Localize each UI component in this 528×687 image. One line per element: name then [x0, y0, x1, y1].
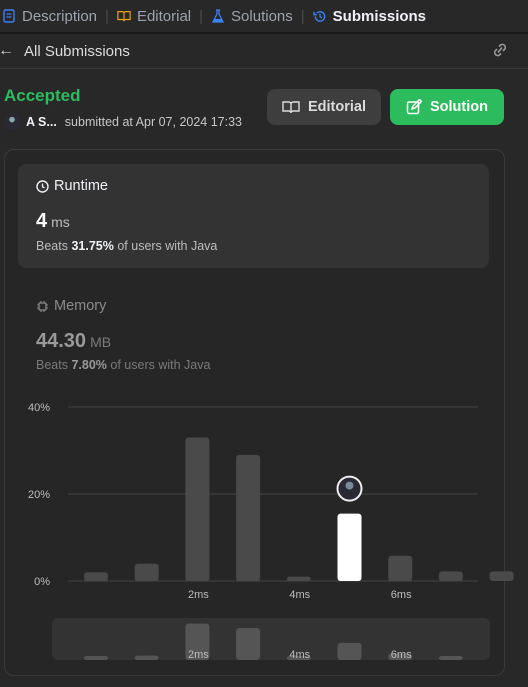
runtime-beats-suffix: of users with Java	[117, 239, 218, 253]
tab-divider: |	[300, 7, 305, 25]
memory-beats-prefix: Beats	[36, 358, 68, 372]
tab-editorial[interactable]: Editorial	[117, 8, 191, 25]
tab-editorial-label: Editorial	[136, 7, 192, 25]
runtime-label: Runtime	[54, 178, 108, 194]
avatar-figure	[345, 481, 354, 490]
memory-title[interactable]: Memory	[36, 298, 106, 314]
chip-icon	[37, 300, 48, 312]
editorial-button-label: Editorial	[307, 99, 366, 115]
bar[interactable]	[84, 572, 108, 581]
y-tick-label: 40%	[28, 402, 50, 414]
highlighted-bar[interactable]	[337, 513, 362, 581]
overview-bar	[337, 642, 362, 660]
submitted-time: submitted at Apr 07, 2024 17:33	[64, 115, 243, 129]
tab-solutions-label: Solutions	[231, 7, 293, 25]
overview-x-label: 6ms	[391, 649, 412, 660]
book-icon	[117, 9, 131, 23]
x-tick-label: 2ms	[188, 589, 209, 601]
overview-bar	[84, 656, 108, 660]
overview-x-label: 2ms	[188, 649, 209, 660]
submission-meta: A S... submitted at Apr 07, 2024 17:33	[4, 114, 242, 130]
x-tick-label: 4ms	[289, 589, 310, 601]
username[interactable]: A S...	[26, 115, 57, 129]
runtime-beats-percent: 31.75%	[71, 239, 114, 253]
bar[interactable]	[286, 576, 311, 581]
overview-bar	[236, 628, 261, 660]
bar[interactable]	[388, 555, 413, 581]
description-icon	[2, 9, 16, 23]
memory-beats-suffix: of users with Java	[110, 358, 211, 372]
memory-beats: Beats 7.80% of users with Java	[36, 358, 210, 372]
edit-icon	[406, 99, 422, 115]
bar[interactable]	[134, 563, 159, 581]
solution-button[interactable]: Solution	[390, 89, 504, 125]
submissions-subheader: ← All Submissions	[0, 34, 528, 69]
flask-icon	[211, 9, 225, 23]
avatar[interactable]	[4, 114, 20, 130]
solution-button-label: Solution	[430, 99, 488, 115]
history-icon	[312, 9, 327, 23]
tab-divider: |	[199, 7, 204, 25]
overview-bar	[438, 656, 463, 660]
overview-bar	[134, 655, 159, 660]
bar[interactable]	[236, 454, 261, 581]
runtime-unit: ms	[51, 214, 70, 230]
runtime-distribution-chart[interactable]: 40% 20% 0% 2ms 4ms 6ms	[0, 390, 528, 610]
overview-x-label: 4ms	[289, 649, 310, 660]
y-tick-label: 0%	[34, 576, 50, 588]
runtime-title: Runtime	[36, 178, 108, 194]
bar[interactable]	[489, 571, 514, 581]
tab-bar: Description | Editorial | Solutions | Su…	[0, 0, 528, 32]
submission-status: Accepted	[4, 86, 81, 105]
tab-description-label: Description	[22, 7, 98, 25]
runtime-value: 4 ms	[36, 210, 70, 233]
memory-unit: MB	[90, 334, 112, 350]
runtime-beats: Beats 31.75% of users with Java	[36, 239, 217, 253]
x-tick-label: 6ms	[391, 589, 412, 601]
memory-beats-percent: 7.80%	[71, 358, 107, 372]
runtime-number: 4	[36, 210, 48, 232]
memory-label: Memory	[54, 298, 107, 314]
tab-submissions-label: Submissions	[332, 7, 427, 25]
tab-submissions[interactable]: Submissions	[312, 7, 427, 25]
runtime-beats-prefix: Beats	[36, 239, 68, 253]
y-tick-label: 20%	[28, 489, 50, 501]
all-submissions-link[interactable]: All Submissions	[24, 43, 130, 60]
clock-icon	[36, 179, 49, 193]
chart-overview-scrollbar[interactable]: 2ms 4ms 6ms	[52, 618, 490, 660]
tab-description[interactable]: Description	[2, 8, 97, 25]
back-arrow-icon[interactable]: ←	[0, 42, 14, 60]
memory-value: 44.30 MB	[36, 330, 111, 353]
book-icon	[282, 101, 300, 114]
tab-solutions[interactable]: Solutions	[211, 8, 293, 25]
bar[interactable]	[185, 437, 210, 581]
editorial-button[interactable]: Editorial	[267, 89, 381, 125]
bar[interactable]	[438, 571, 463, 581]
link-icon[interactable]	[490, 42, 510, 62]
memory-number: 44.30	[36, 330, 87, 352]
tab-divider: |	[105, 7, 109, 25]
